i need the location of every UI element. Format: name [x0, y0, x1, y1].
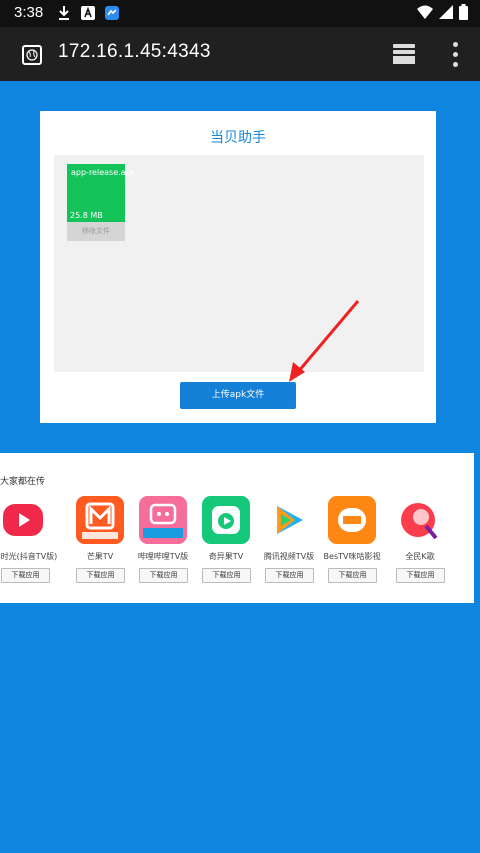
- app-card: 鲜时光(抖音TV版) 下载应用: [0, 496, 61, 596]
- status-time: 3:38: [14, 4, 44, 21]
- remove-file-button[interactable]: 移除文件: [67, 222, 125, 241]
- file-size: 25.8 MB: [70, 211, 103, 220]
- upload-card: 当贝助手 app-release.apk 25.8 MB 移除文件 上传apk文…: [40, 111, 436, 423]
- download-app-button[interactable]: 下载应用: [139, 568, 188, 583]
- quanmin-kge-icon[interactable]: [396, 496, 444, 544]
- app-card: 芒果TV 下载应用: [64, 496, 136, 596]
- app-card: 全民K歌 下载应用: [384, 496, 456, 596]
- address-bar-url[interactable]: 172.16.1.45:4343: [58, 41, 211, 63]
- download-icon: [59, 6, 69, 20]
- file-drop-zone[interactable]: app-release.apk 25.8 MB 移除文件: [54, 155, 424, 372]
- download-app-button[interactable]: 下载应用: [202, 568, 251, 583]
- tencent-video-icon[interactable]: [265, 496, 313, 544]
- upload-apk-button[interactable]: 上传apk文件: [180, 382, 296, 409]
- download-app-button[interactable]: 下载应用: [76, 568, 125, 583]
- bilibili-icon[interactable]: [139, 496, 187, 544]
- overflow-menu-icon[interactable]: [446, 39, 464, 69]
- app-card: 哔哩哔哩TV版 下载应用: [127, 496, 199, 596]
- file-name: app-release.apk: [71, 168, 136, 177]
- a-notification-icon: [81, 6, 95, 20]
- file-preview: app-release.apk 25.8 MB: [67, 164, 135, 222]
- popular-apps-section: 大家都在传 鲜时光(抖音TV版) 下载应用 芒果TV 下载应用: [0, 453, 474, 603]
- download-app-button[interactable]: 下载应用: [265, 568, 314, 583]
- browser-toolbar: 172.16.1.45:4343: [0, 27, 480, 81]
- download-app-button[interactable]: 下载应用: [328, 568, 377, 583]
- qiyiguo-icon[interactable]: [202, 496, 250, 544]
- signal-icon: [439, 5, 453, 19]
- xianshiguang-icon[interactable]: [1, 496, 49, 544]
- battery-icon: [459, 4, 468, 20]
- page-title: 当贝助手: [210, 130, 266, 146]
- section-title: 大家都在传: [0, 477, 46, 487]
- wifi-icon: [417, 5, 433, 19]
- app-card: BesTV咪咕影视 下载应用: [316, 496, 388, 596]
- messenger-icon: [105, 6, 119, 20]
- site-info-icon[interactable]: [22, 45, 42, 65]
- file-tile: app-release.apk 25.8 MB 移除文件: [67, 164, 135, 241]
- app-name: 鲜时光(抖音TV版): [0, 552, 58, 561]
- tabs-icon[interactable]: [390, 41, 418, 67]
- bestv-icon[interactable]: [328, 496, 376, 544]
- app-card: 腾讯视频TV版 下载应用: [253, 496, 325, 596]
- app-name: 全民K歌: [405, 552, 435, 561]
- download-app-button[interactable]: 下载应用: [396, 568, 445, 583]
- app-card: 奇异果TV 下载应用: [190, 496, 262, 596]
- download-app-button[interactable]: 下载应用: [1, 568, 50, 583]
- mangotv-icon[interactable]: [76, 496, 124, 544]
- status-bar: 3:38: [0, 0, 480, 27]
